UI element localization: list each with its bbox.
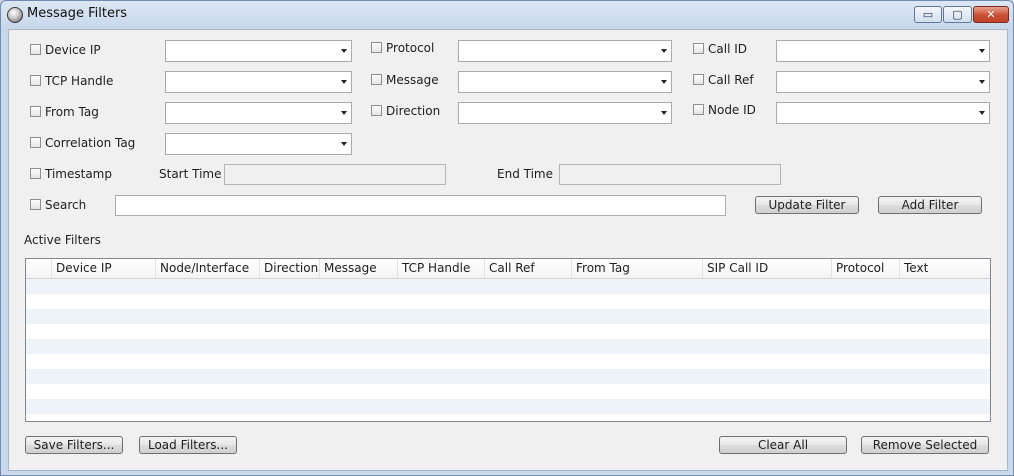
table-header: Device IP Node/Interface Direction Messa… xyxy=(26,259,990,279)
timestamp-checkbox[interactable] xyxy=(30,168,41,179)
add-filter-button[interactable]: Add Filter xyxy=(878,196,982,214)
correlation-tag-checkbox[interactable] xyxy=(30,137,41,148)
chevron-down-icon xyxy=(979,49,985,53)
column-header[interactable]: Device IP xyxy=(51,259,155,278)
column-header[interactable]: SIP Call ID xyxy=(702,259,831,278)
column-header[interactable]: Call Ref xyxy=(484,259,571,278)
remove-selected-button[interactable]: Remove Selected xyxy=(861,436,989,454)
column-header[interactable]: Message xyxy=(319,259,397,278)
device-ip-dropdown[interactable] xyxy=(165,40,352,62)
timestamp-label: Timestamp xyxy=(45,167,112,181)
node-id-checkbox[interactable] xyxy=(693,104,704,115)
protocol-label: Protocol xyxy=(386,41,435,55)
maximize-button[interactable]: ▢ xyxy=(943,6,972,23)
chevron-down-icon xyxy=(979,80,985,84)
direction-checkbox[interactable] xyxy=(371,105,382,116)
end-time-label: End Time xyxy=(497,167,553,181)
message-filters-window: Message Filters ▭ ▢ ✕ Device IP TCP Hand… xyxy=(0,0,1014,476)
chevron-down-icon xyxy=(341,111,347,115)
chevron-down-icon xyxy=(661,80,667,84)
row-selector-header[interactable] xyxy=(26,259,51,278)
call-ref-label: Call Ref xyxy=(708,73,754,87)
call-ref-checkbox[interactable] xyxy=(693,74,704,85)
chevron-down-icon xyxy=(979,111,985,115)
call-id-checkbox[interactable] xyxy=(693,43,704,54)
save-filters-button[interactable]: Save Filters... xyxy=(25,436,123,454)
window-title: Message Filters xyxy=(27,6,128,21)
correlation-tag-dropdown[interactable] xyxy=(165,133,352,155)
protocol-checkbox[interactable] xyxy=(371,42,382,53)
message-label: Message xyxy=(386,73,439,87)
close-button[interactable]: ✕ xyxy=(973,6,1009,23)
table-row[interactable] xyxy=(26,384,990,399)
device-ip-label: Device IP xyxy=(45,43,101,57)
table-row[interactable] xyxy=(26,354,990,369)
tcp-handle-dropdown[interactable] xyxy=(165,71,352,93)
call-id-dropdown[interactable] xyxy=(776,40,990,62)
from-tag-dropdown[interactable] xyxy=(165,102,352,124)
search-label: Search xyxy=(45,198,87,212)
column-header[interactable]: TCP Handle xyxy=(397,259,484,278)
protocol-dropdown[interactable] xyxy=(458,40,672,62)
app-icon xyxy=(7,7,23,23)
filter-panel: Device IP TCP Handle From Tag Correlatio… xyxy=(8,29,1008,471)
table-row[interactable] xyxy=(26,309,990,324)
start-time-label: Start Time xyxy=(159,167,222,181)
table-row[interactable] xyxy=(26,279,990,294)
call-id-label: Call ID xyxy=(708,42,747,56)
node-id-label: Node ID xyxy=(708,103,756,117)
direction-label: Direction xyxy=(386,104,441,118)
message-checkbox[interactable] xyxy=(371,74,382,85)
active-filters-table[interactable]: Device IP Node/Interface Direction Messa… xyxy=(25,258,991,422)
minimize-button[interactable]: ▭ xyxy=(914,6,942,23)
end-time-field xyxy=(559,164,781,185)
device-ip-checkbox[interactable] xyxy=(30,44,41,55)
tcp-handle-checkbox[interactable] xyxy=(30,75,41,86)
column-header[interactable]: Node/Interface xyxy=(155,259,259,278)
column-header[interactable]: Protocol xyxy=(831,259,899,278)
table-row[interactable] xyxy=(26,339,990,354)
search-input[interactable] xyxy=(115,195,726,216)
node-id-dropdown[interactable] xyxy=(776,102,990,124)
search-checkbox[interactable] xyxy=(30,199,41,210)
chevron-down-icon xyxy=(341,49,347,53)
correlation-tag-label: Correlation Tag xyxy=(45,136,136,150)
message-dropdown[interactable] xyxy=(458,71,672,93)
table-row[interactable] xyxy=(26,369,990,384)
direction-dropdown[interactable] xyxy=(458,102,672,124)
load-filters-button[interactable]: Load Filters... xyxy=(139,436,237,454)
table-row[interactable] xyxy=(26,399,990,414)
start-time-field xyxy=(224,164,446,185)
table-row[interactable] xyxy=(26,324,990,339)
active-filters-label: Active Filters xyxy=(24,233,101,247)
update-filter-button[interactable]: Update Filter xyxy=(755,196,859,214)
call-ref-dropdown[interactable] xyxy=(776,71,990,93)
column-header[interactable]: Direction xyxy=(259,259,319,278)
column-header[interactable]: Text xyxy=(899,259,990,278)
from-tag-label: From Tag xyxy=(45,105,99,119)
tcp-handle-label: TCP Handle xyxy=(45,74,114,88)
table-row[interactable] xyxy=(26,294,990,309)
column-header[interactable]: From Tag xyxy=(571,259,702,278)
chevron-down-icon xyxy=(341,80,347,84)
clear-all-button[interactable]: Clear All xyxy=(719,436,847,454)
title-bar[interactable]: Message Filters ▭ ▢ ✕ xyxy=(1,1,1013,29)
from-tag-checkbox[interactable] xyxy=(30,106,41,117)
chevron-down-icon xyxy=(661,49,667,53)
chevron-down-icon xyxy=(661,111,667,115)
chevron-down-icon xyxy=(341,142,347,146)
